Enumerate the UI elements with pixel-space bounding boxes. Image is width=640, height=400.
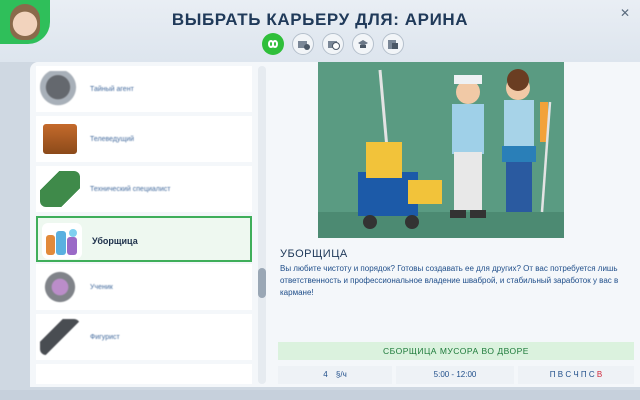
odd-job-icon[interactable] <box>382 33 404 55</box>
tv-icon <box>40 121 80 157</box>
career-item-label: Тайный агент <box>90 85 134 93</box>
career-item-label: Ученик <box>90 283 113 291</box>
career-item-label: Телеведущий <box>90 135 135 143</box>
career-item-label: Уборщица <box>92 235 138 246</box>
part-time-icon[interactable] <box>322 33 344 55</box>
career-item-tech-specialist[interactable]: Технический специалист <box>36 166 252 212</box>
pay-value: 4 <box>323 370 328 379</box>
career-description: Вы любите чистоту и порядок? Готовы созд… <box>280 264 619 297</box>
list-scrollbar-track[interactable] <box>258 66 266 384</box>
list-scrollbar-thumb[interactable] <box>258 268 266 298</box>
simoleon-per-hour-icon: §/ч <box>335 370 347 379</box>
workdays-on: П В С Ч П С <box>549 370 595 379</box>
career-item-label: Фигурист <box>90 333 120 341</box>
career-item-secret-agent[interactable]: Тайный агент <box>36 66 252 112</box>
secret-agent-icon <box>40 71 80 107</box>
figure-skate-icon <box>40 319 80 355</box>
career-item-cleaner[interactable]: Уборщица <box>36 216 252 262</box>
career-item-tv-host[interactable]: Телеведущий <box>36 116 252 162</box>
page-title: ВЫБРАТЬ КАРЬЕРУ ДЛЯ: АРИНА <box>171 10 469 29</box>
career-list: Тайный агент Телеведущий Технический спе… <box>36 66 254 384</box>
starting-job-title: СБОРЩИЦА МУСОРА ВО ДВОРЕ <box>278 342 634 360</box>
infinity-icon[interactable] <box>262 33 284 55</box>
bottom-bar <box>0 390 640 400</box>
circuit-board-icon <box>40 171 80 207</box>
career-item-partial[interactable] <box>36 364 252 384</box>
hours-stat: 5:00 - 12:00 <box>396 366 514 384</box>
career-item-label: Технический специалист <box>90 185 171 193</box>
career-item-figure-skater[interactable]: Фигурист <box>36 314 252 360</box>
work-from-home-icon[interactable] <box>292 33 314 55</box>
career-name: УБОРЩИЦА <box>280 248 348 260</box>
career-illustration <box>318 62 564 238</box>
cleaning-supplies-icon <box>42 223 82 259</box>
workday-off: В <box>596 370 603 379</box>
student-icon <box>40 269 80 305</box>
student-icon[interactable] <box>352 33 374 55</box>
workdays-stat: П В С Ч П С В <box>518 366 634 384</box>
career-stats: 4 §/ч 5:00 - 12:00 П В С Ч П С В <box>278 366 634 384</box>
career-filter-bar <box>262 33 404 55</box>
pay-stat: 4 §/ч <box>278 366 392 384</box>
career-item-student[interactable]: Ученик <box>36 264 252 310</box>
